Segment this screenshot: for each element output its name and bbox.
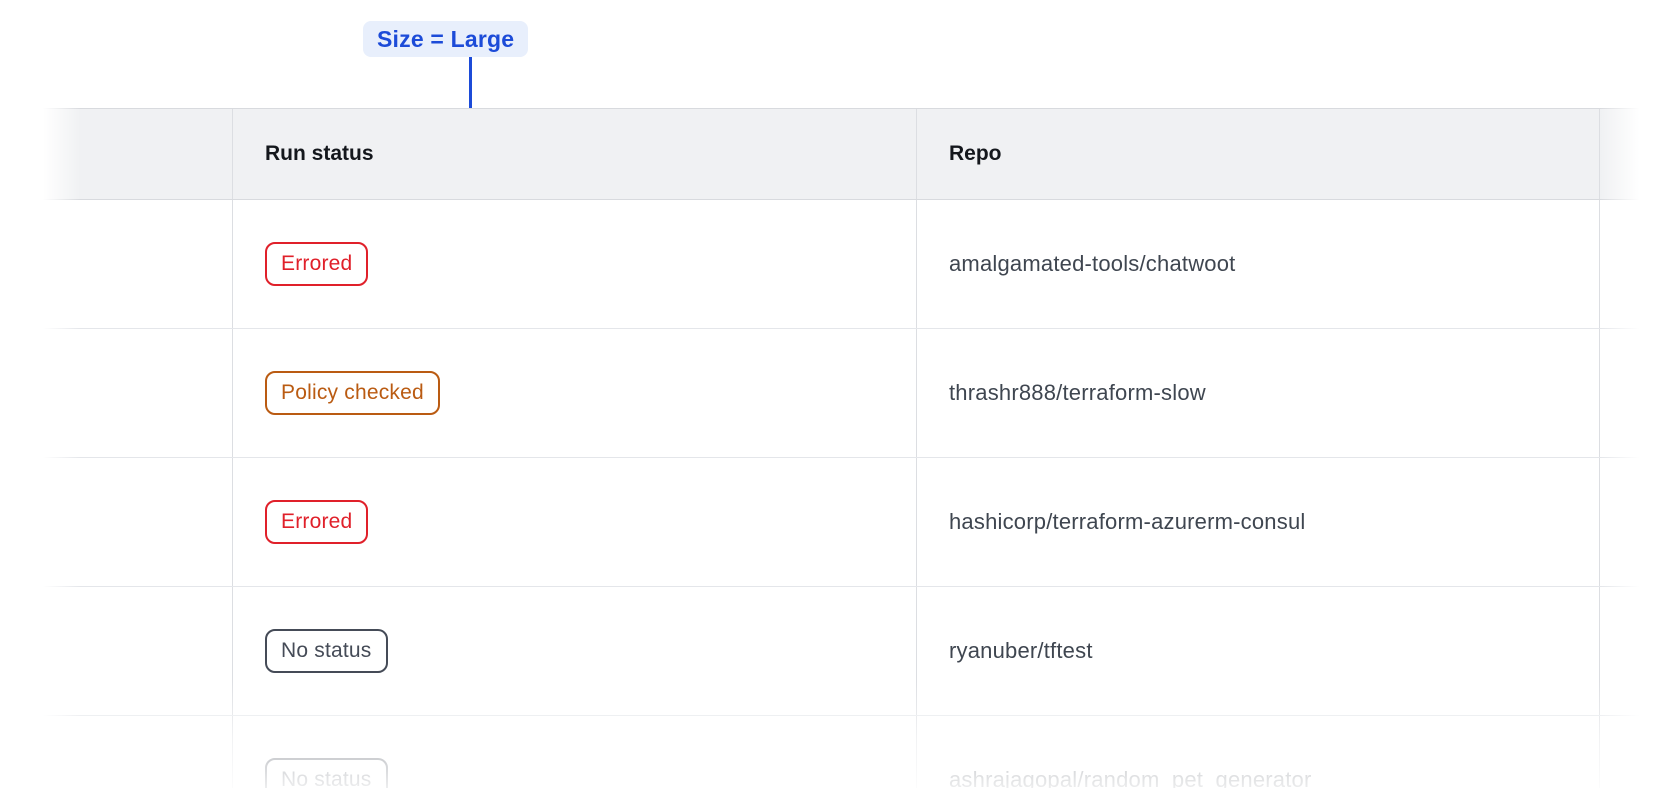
table-row[interactable]: Policy checked thrashr888/terraform-slow [43, 329, 1672, 458]
row-cell-overflow [1599, 458, 1672, 586]
repo-cell: amalgamated-tools/chatwoot [916, 200, 1599, 328]
row-cell-empty [43, 716, 232, 788]
header-cell-empty [43, 109, 232, 199]
repo-cell: hashicorp/terraform-azurerm-consul [916, 458, 1599, 586]
repo-cell: thrashr888/terraform-slow [916, 329, 1599, 457]
row-cell-empty [43, 200, 232, 328]
repo-cell: ryanuber/tftest [916, 587, 1599, 715]
repo-name: ryanuber/tftest [949, 638, 1093, 664]
row-cell-overflow [1599, 200, 1672, 328]
repo-name: ashrajagopal/random_pet_generator [949, 767, 1312, 788]
repo-name: hashicorp/terraform-azurerm-consul [949, 509, 1305, 535]
table-row[interactable]: Errored amalgamated-tools/chatwoot [43, 200, 1672, 329]
annotation-pill: Size = Large [363, 21, 528, 57]
repo-name: amalgamated-tools/chatwoot [949, 251, 1235, 277]
repo-cell: ashrajagopal/random_pet_generator [916, 716, 1599, 788]
repo-name: thrashr888/terraform-slow [949, 380, 1206, 406]
screenshot-root: Size = Large Run status Repo Errored ama… [0, 0, 1672, 788]
row-cell-overflow [1599, 716, 1672, 788]
runs-table: Run status Repo Errored amalgamated-tool… [43, 108, 1672, 788]
run-status-cell: Errored [232, 458, 916, 586]
run-status-badge: Errored [265, 242, 368, 286]
run-status-cell: No status [232, 587, 916, 715]
run-status-cell: Errored [232, 200, 916, 328]
row-cell-empty [43, 329, 232, 457]
row-cell-empty [43, 587, 232, 715]
table-row[interactable]: Errored hashicorp/terraform-azurerm-cons… [43, 458, 1672, 587]
table-row[interactable]: No status ryanuber/tftest [43, 587, 1672, 716]
header-cell-overflow [1599, 109, 1672, 199]
row-cell-overflow [1599, 587, 1672, 715]
row-cell-empty [43, 458, 232, 586]
run-status-badge: Policy checked [265, 371, 440, 415]
run-status-badge: Errored [265, 500, 368, 544]
header-repo: Repo [916, 109, 1599, 199]
run-status-cell: Policy checked [232, 329, 916, 457]
table-header: Run status Repo [43, 108, 1672, 200]
run-status-cell: No status [232, 716, 916, 788]
run-status-badge: No status [265, 758, 388, 788]
row-cell-overflow [1599, 329, 1672, 457]
run-status-badge: No status [265, 629, 388, 673]
header-run-status: Run status [232, 109, 916, 199]
table-row[interactable]: No status ashrajagopal/random_pet_genera… [43, 716, 1672, 788]
